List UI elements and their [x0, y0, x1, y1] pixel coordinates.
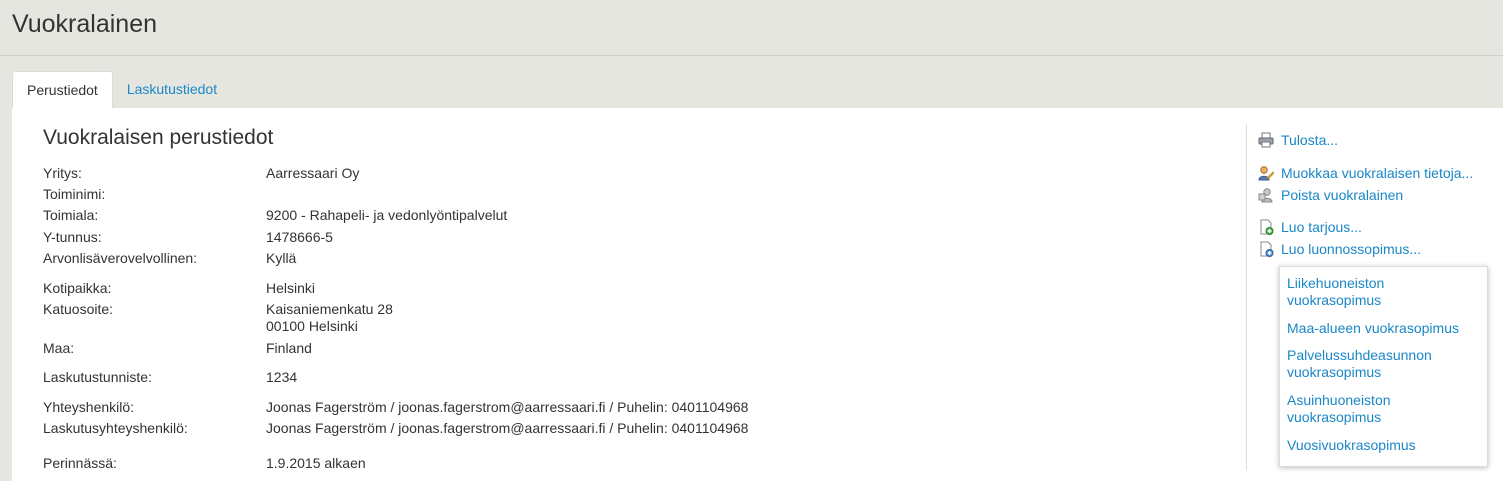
page-title: Vuokralainen: [12, 10, 158, 38]
field-value: Joonas Fagerström / joonas.fagerstrom@aa…: [266, 420, 749, 436]
contract-type-vuosivuokra[interactable]: Vuosivuokrasopimus: [1287, 437, 1477, 454]
print-label: Tulosta...: [1281, 132, 1339, 148]
delete-person-icon: [1258, 187, 1274, 203]
new-contract-icon: [1258, 241, 1274, 257]
create-draft-contract-label: Luo luonnossopimus...: [1281, 241, 1422, 257]
new-document-icon: [1258, 219, 1274, 235]
field-value: Kaisaniemenkatu 28: [266, 301, 393, 317]
contract-type-palvelussuhdeasunto[interactable]: Palvelussuhdeasunnon vuokrasopimus: [1287, 347, 1477, 381]
field-value: 1478666-5: [266, 229, 333, 245]
print-action[interactable]: Tulosta...: [1258, 132, 1338, 148]
tab-bar: Perustiedot Laskutustiedot: [12, 71, 231, 109]
tab-laskutustiedot[interactable]: Laskutustiedot: [113, 71, 231, 108]
field-value: Kyllä: [266, 250, 297, 266]
content-panel: Vuokralaisen perustiedot Yritys: Aarress…: [12, 108, 1503, 481]
field-value: Helsinki: [266, 280, 316, 296]
delete-tenant-action[interactable]: Poista vuokralainen: [1258, 187, 1403, 203]
field-label: Toimiala:: [43, 207, 99, 223]
edit-person-icon: [1258, 165, 1275, 181]
create-draft-contract-action[interactable]: Luo luonnossopimus...: [1258, 241, 1421, 257]
field-label: Y-tunnus:: [43, 229, 102, 245]
printer-icon: [1258, 132, 1274, 148]
field-value: Finland: [266, 340, 312, 356]
contract-type-dropdown: Liikehuoneiston vuokrasopimus Maa-alueen…: [1279, 266, 1488, 467]
field-value: 1.9.2015 alkaen: [266, 455, 366, 471]
field-label: Toiminimi:: [43, 186, 106, 202]
field-label: Yritys:: [43, 165, 82, 181]
contract-type-asuinhuoneisto[interactable]: Asuinhuoneiston vuokrasopimus: [1287, 392, 1477, 426]
field-value: Aarressaari Oy: [266, 165, 360, 181]
field-label: Laskutusyhteyshenkilö:: [43, 420, 188, 436]
field-label: Katuosoite:: [43, 301, 114, 317]
section-title: Vuokralaisen perustiedot: [43, 126, 274, 149]
edit-tenant-label: Muokkaa vuokralaisen tietoja...: [1281, 165, 1474, 181]
edit-tenant-action[interactable]: Muokkaa vuokralaisen tietoja...: [1258, 165, 1473, 181]
field-value: 1234: [266, 369, 298, 385]
field-label: Perinnässä:: [43, 455, 117, 471]
title-divider: [0, 55, 1503, 56]
contract-type-maa-alue[interactable]: Maa-alueen vuokrasopimus: [1287, 320, 1477, 337]
field-label: Kotipaikka:: [43, 280, 112, 296]
field-value: 9200 - Rahapeli- ja vedonlyöntipalvelut: [266, 207, 508, 223]
field-label: Arvonlisäverovelvollinen:: [43, 250, 198, 266]
create-offer-label: Luo tarjous...: [1281, 219, 1362, 235]
field-value: Joonas Fagerström / joonas.fagerstrom@aa…: [266, 399, 749, 415]
tab-perustiedot[interactable]: Perustiedot: [12, 71, 113, 109]
field-label: Laskutustunniste:: [43, 369, 152, 385]
delete-tenant-label: Poista vuokralainen: [1281, 187, 1404, 203]
sidebar-divider: [1246, 124, 1247, 470]
contract-type-liikehuoneisto[interactable]: Liikehuoneiston vuokrasopimus: [1287, 275, 1477, 309]
field-label: Yhteyshenkilö:: [43, 399, 135, 415]
create-offer-action[interactable]: Luo tarjous...: [1258, 219, 1362, 235]
field-label: Maa:: [43, 340, 75, 356]
field-value: 00100 Helsinki: [266, 318, 358, 334]
